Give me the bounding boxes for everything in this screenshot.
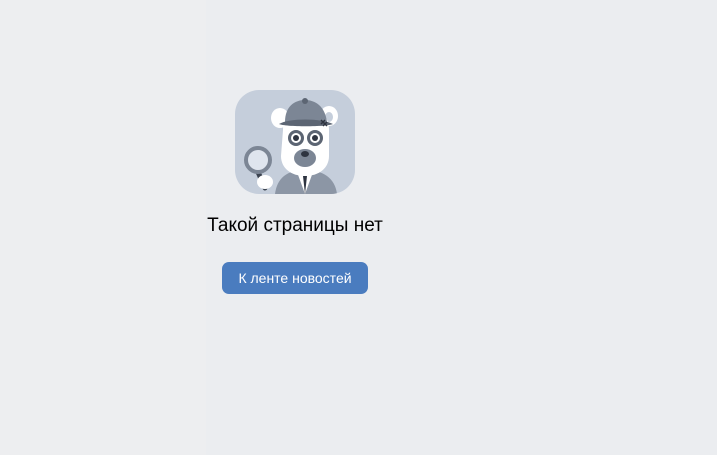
news-feed-button[interactable]: К ленте новостей bbox=[222, 262, 368, 294]
page-background: Такой страницы нет К ленте новостей bbox=[0, 0, 717, 455]
page-title: Такой страницы нет bbox=[207, 215, 383, 236]
not-found-block: Такой страницы нет К ленте новостей bbox=[200, 90, 390, 300]
detective-bear-illustration-icon bbox=[235, 90, 355, 194]
